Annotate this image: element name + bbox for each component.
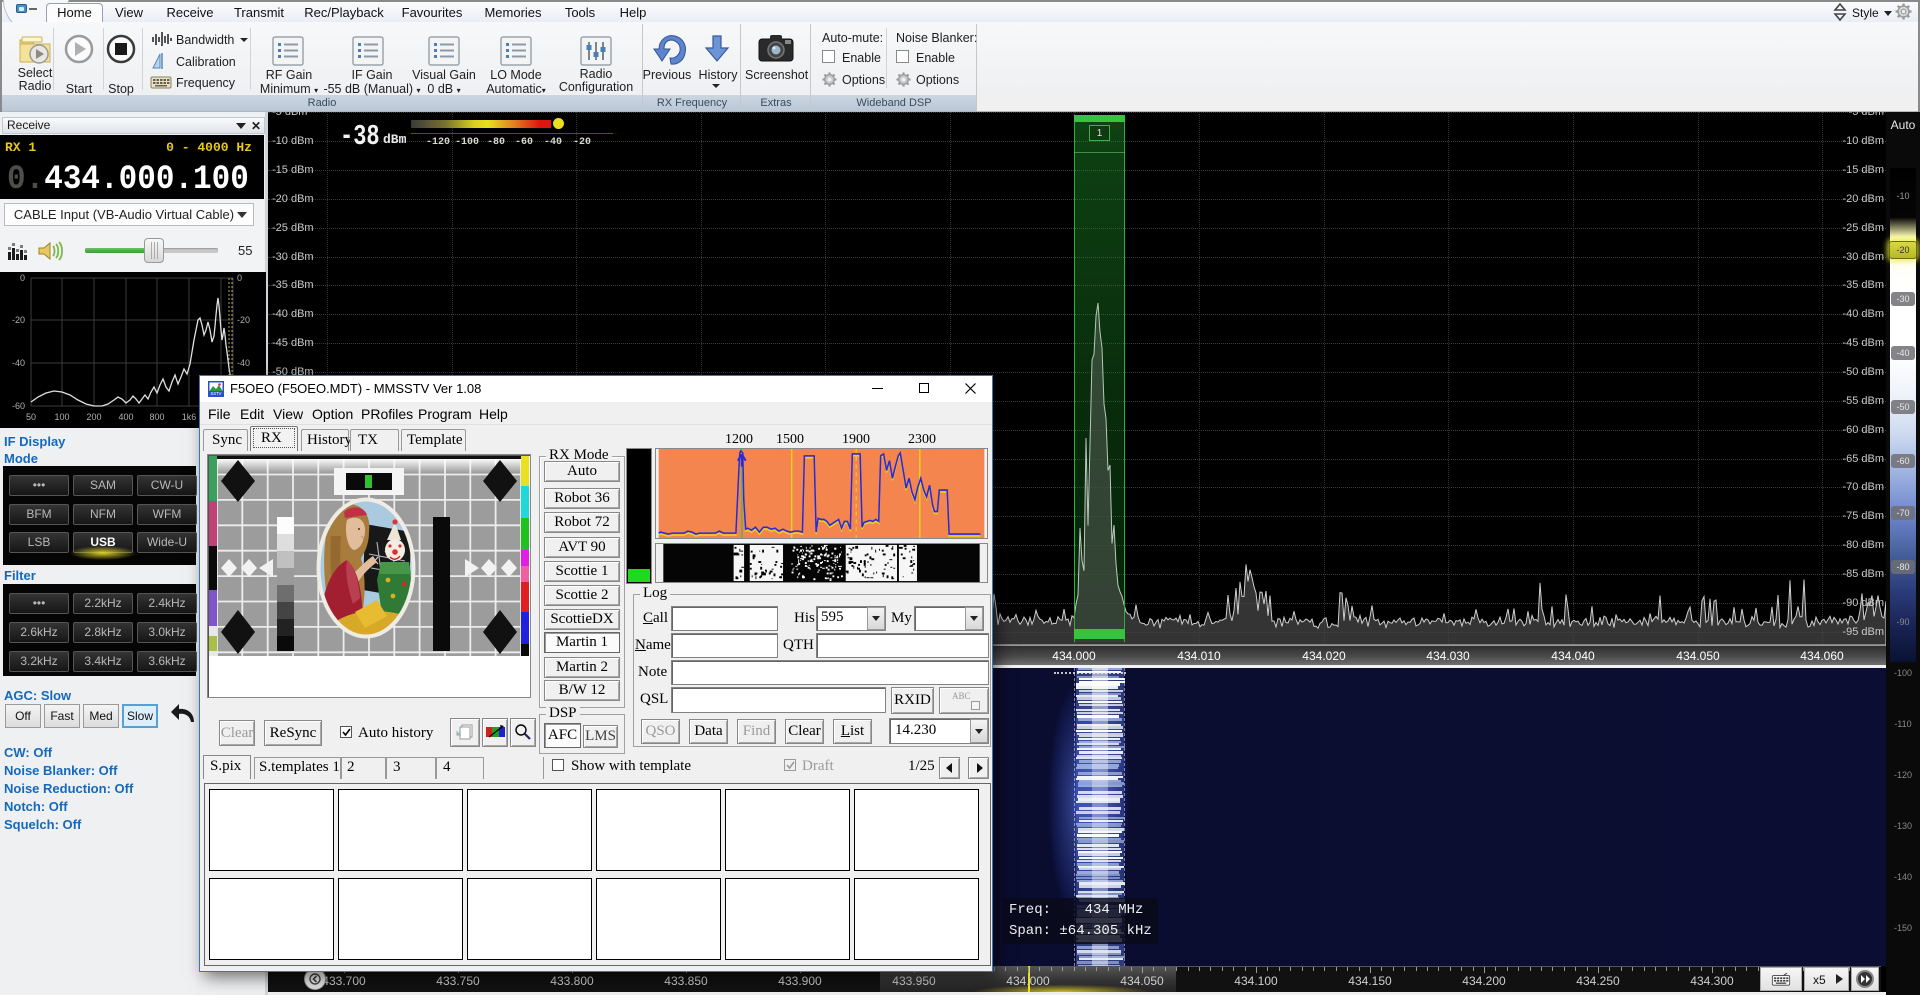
svg-text:200: 200 (86, 412, 101, 422)
svg-text:1k6: 1k6 (182, 412, 197, 422)
svg-text:-20: -20 (12, 315, 25, 325)
svg-text:-40: -40 (237, 358, 250, 368)
svg-text:50: 50 (26, 412, 36, 422)
svg-text:800: 800 (149, 412, 164, 422)
svg-text:-20: -20 (237, 315, 250, 325)
svg-text:100: 100 (54, 412, 69, 422)
svg-text:-60: -60 (12, 401, 25, 411)
svg-text:400: 400 (118, 412, 133, 422)
svg-text:0: 0 (20, 273, 25, 283)
svg-text:-40: -40 (12, 358, 25, 368)
svg-text:SSTV: SSTV (211, 391, 222, 396)
svg-text:0: 0 (237, 273, 242, 283)
